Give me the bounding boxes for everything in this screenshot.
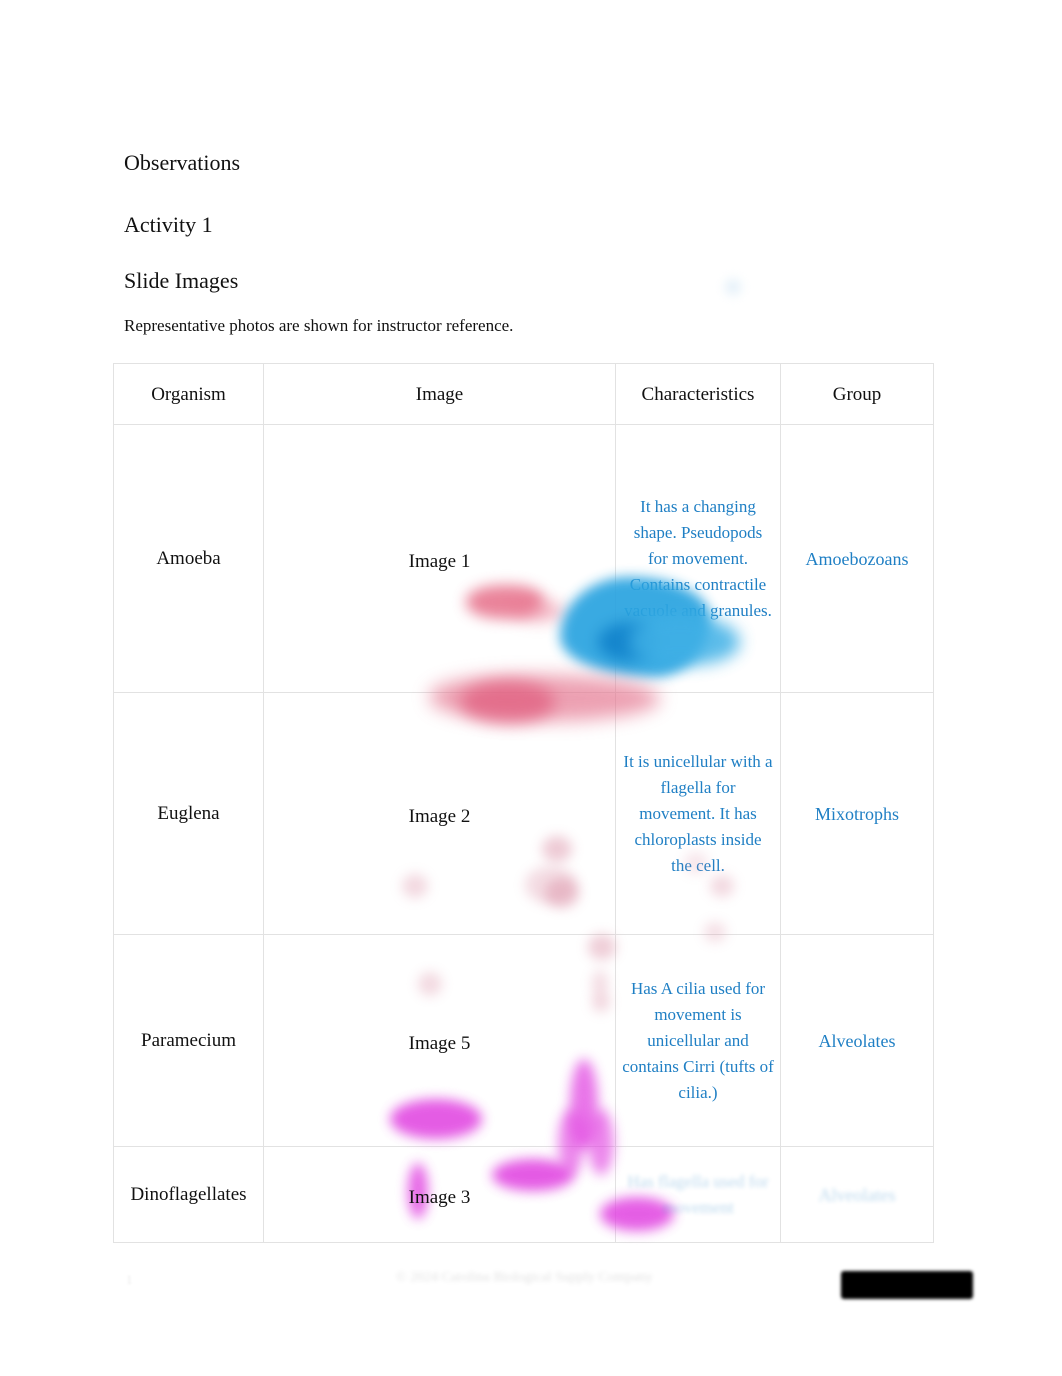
instructor-note: Representative photos are shown for inst…: [124, 316, 514, 335]
page-title-observations: Observations: [124, 150, 241, 175]
column-header-organism: Organism: [113, 363, 264, 425]
cell-characteristics: It has a changing shape. Pseudopods for …: [615, 424, 781, 693]
table-header-row: Organism Image Characteristics Group: [113, 363, 934, 425]
image-label: Image 3: [408, 1186, 471, 1208]
footer-copyright: © 2024 Carolina Biological Supply Compan…: [396, 1270, 653, 1285]
cell-characteristics: Has flagella used for movement: [615, 1146, 781, 1243]
document-page: Observations Activity 1 Slide Images Rep…: [0, 0, 1062, 1376]
table-row: Amoeba Image 1 It has a changing shape. …: [113, 424, 934, 723]
cell-group: Alveolates: [780, 1146, 934, 1243]
cell-organism: Amoeba: [113, 424, 264, 693]
table-header: Organism Image Characteristics Group: [113, 363, 934, 425]
image-label: Image 2: [408, 805, 471, 827]
cell-group: Mixotrophs: [780, 692, 934, 935]
faint-artifact-mark: [718, 272, 748, 302]
slide-images-table: Organism Image Characteristics Group Amo…: [113, 363, 934, 1243]
cell-image: Image 5: [263, 934, 674, 1231]
heading-activity: Activity 1: [124, 212, 213, 237]
cell-image: Image 3: [263, 1146, 616, 1243]
footer-redaction-bar: [841, 1271, 973, 1299]
cell-organism: Euglena: [113, 692, 264, 935]
cell-image: Image 1: [263, 424, 740, 723]
cell-organism: Paramecium: [113, 934, 264, 1147]
table-row: Dinoflagellates Image 3 Has flagella use…: [113, 1146, 934, 1243]
cell-characteristics: Has A cilia used for movement is unicell…: [615, 934, 781, 1147]
heading-slide-images: Slide Images: [124, 268, 239, 293]
cell-group: Alveolates: [780, 934, 934, 1147]
cell-image: Image 2: [263, 692, 734, 1012]
column-header-group: Group: [780, 363, 934, 425]
image-label: Image 1: [408, 550, 471, 572]
cell-organism: Dinoflagellates: [113, 1146, 264, 1243]
cell-characteristics: It is unicellular with a flagella for mo…: [615, 692, 781, 935]
image-label: Image 5: [408, 1032, 471, 1054]
cell-group: Amoebozoans: [780, 424, 934, 693]
footer-page-number: 1: [126, 1272, 133, 1287]
column-header-characteristics: Characteristics: [615, 363, 781, 425]
slide-images-table-wrap: Organism Image Characteristics Group Amo…: [113, 363, 934, 1243]
column-header-image: Image: [263, 363, 616, 425]
table-row: Euglena Image 2 It is unicellular with a…: [113, 692, 934, 1012]
table-body: Amoeba Image 1 It has a changing shape. …: [113, 424, 934, 1243]
table-row: Paramecium Image 5 Has A cilia used for …: [113, 934, 934, 1231]
